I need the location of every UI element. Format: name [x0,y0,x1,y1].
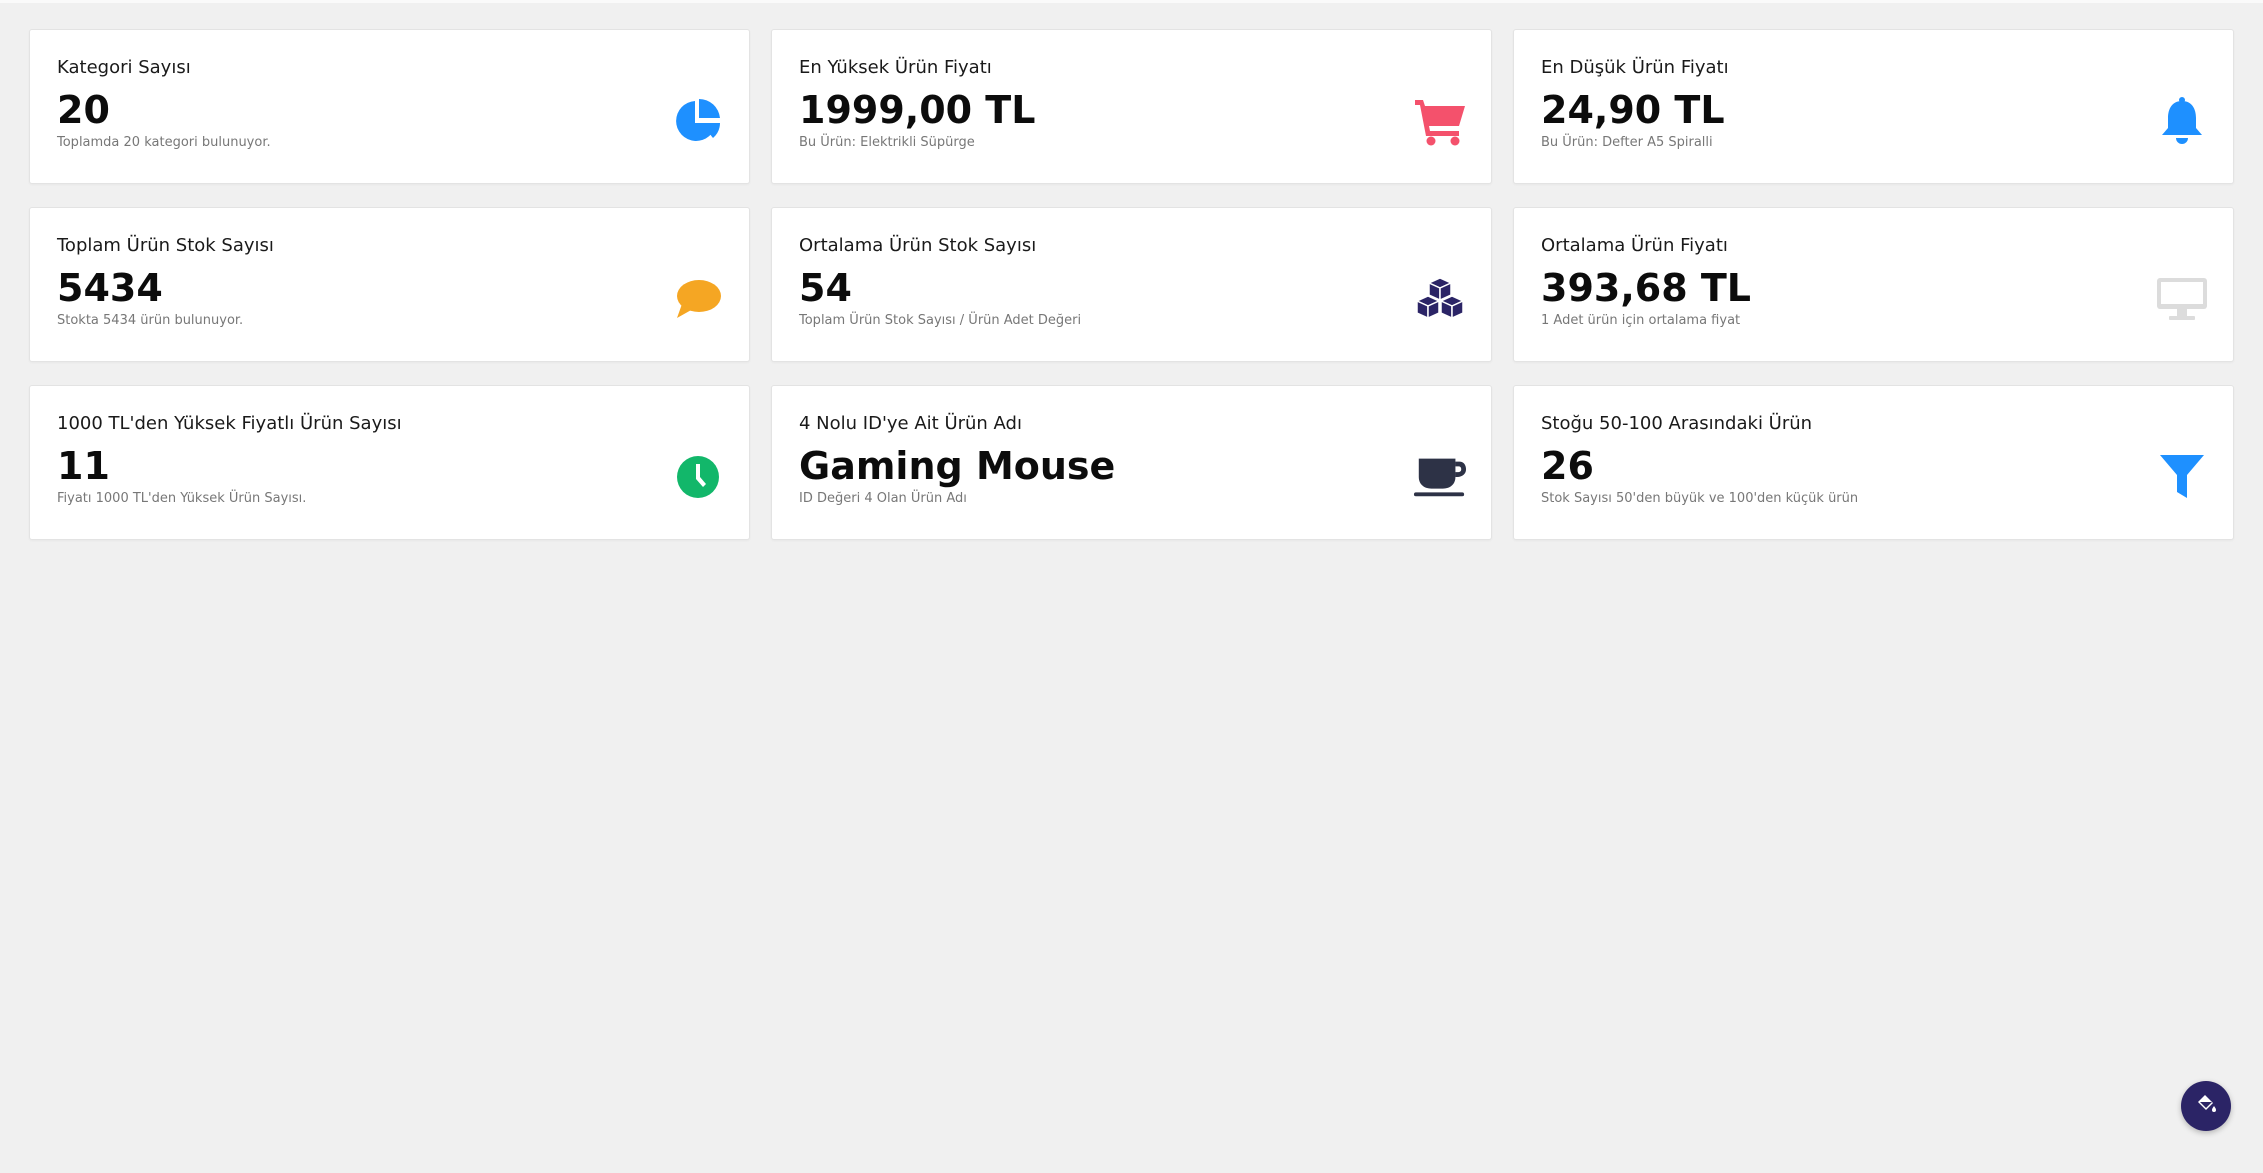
stat-card-product-name-by-id: 4 Nolu ID'ye Ait Ürün Adı Gaming Mouse I… [771,385,1492,540]
card-subtitle: 1 Adet ürün için ortalama fiyat [1541,313,1741,328]
card-title: 1000 TL'den Yüksek Fiyatlı Ürün Sayısı [57,413,402,434]
card-value: 20 [57,88,110,132]
stat-card-stock-range-product: Stoğu 50-100 Arasındaki Ürün 26 Stok Say… [1513,385,2234,540]
shopping-cart-icon [1413,94,1467,148]
bell-icon [2155,94,2209,148]
card-value: 5434 [57,266,163,310]
stat-card-average-stock: Ortalama Ürün Stok Sayısı 54 Toplam Ürün… [771,207,1492,362]
stats-grid: Kategori Sayısı 20 Toplamda 20 kategori … [29,29,2235,540]
pie-chart-icon [671,94,725,148]
coffee-icon [1413,450,1467,504]
stat-card-highest-price: En Yüksek Ürün Fiyatı 1999,00 TL Bu Ürün… [771,29,1492,184]
stat-card-average-price: Ortalama Ürün Fiyatı 393,68 TL 1 Adet ür… [1513,207,2234,362]
cubes-icon [1413,272,1467,326]
card-value: 393,68 TL [1541,266,1752,310]
card-value: 11 [57,444,110,488]
stat-card-expensive-product-count: 1000 TL'den Yüksek Fiyatlı Ürün Sayısı 1… [29,385,750,540]
card-title: 4 Nolu ID'ye Ait Ürün Adı [799,413,1022,434]
theme-customizer-button[interactable] [2181,1081,2231,1131]
card-value: Gaming Mouse [799,444,1116,488]
card-subtitle: Fiyatı 1000 TL'den Yüksek Ürün Sayısı. [57,491,307,506]
card-title: Kategori Sayısı [57,57,191,78]
stat-card-lowest-price: En Düşük Ürün Fiyatı 24,90 TL Bu Ürün: D… [1513,29,2234,184]
card-subtitle: ID Değeri 4 Olan Ürün Adı [799,491,967,506]
card-title: Toplam Ürün Stok Sayısı [57,235,274,256]
card-value: 24,90 TL [1541,88,1725,132]
card-subtitle: Toplam Ürün Stok Sayısı / Ürün Adet Değe… [799,313,1082,328]
card-subtitle: Stok Sayısı 50'den büyük ve 100'den küçü… [1541,491,1859,506]
paint-bucket-icon [2194,1092,2218,1120]
desktop-icon [2155,272,2209,326]
card-title: En Yüksek Ürün Fiyatı [799,57,992,78]
card-value: 1999,00 TL [799,88,1036,132]
card-subtitle: Stokta 5434 ürün bulunuyor. [57,313,244,328]
card-title: Ortalama Ürün Fiyatı [1541,235,1728,256]
comment-icon [671,272,725,326]
top-strip [0,0,2263,3]
card-subtitle: Toplamda 20 kategori bulunuyor. [57,135,271,150]
card-subtitle: Bu Ürün: Elektrikli Süpürge [799,135,975,150]
clock-icon [671,450,725,504]
card-subtitle: Bu Ürün: Defter A5 Spiralli [1541,135,1713,150]
card-value: 26 [1541,444,1594,488]
stat-card-total-stock: Toplam Ürün Stok Sayısı 5434 Stokta 5434… [29,207,750,362]
card-title: Ortalama Ürün Stok Sayısı [799,235,1037,256]
stat-card-category-count: Kategori Sayısı 20 Toplamda 20 kategori … [29,29,750,184]
card-title: En Düşük Ürün Fiyatı [1541,57,1729,78]
filter-icon [2155,450,2209,504]
card-value: 54 [799,266,852,310]
card-title: Stoğu 50-100 Arasındaki Ürün [1541,413,1813,434]
